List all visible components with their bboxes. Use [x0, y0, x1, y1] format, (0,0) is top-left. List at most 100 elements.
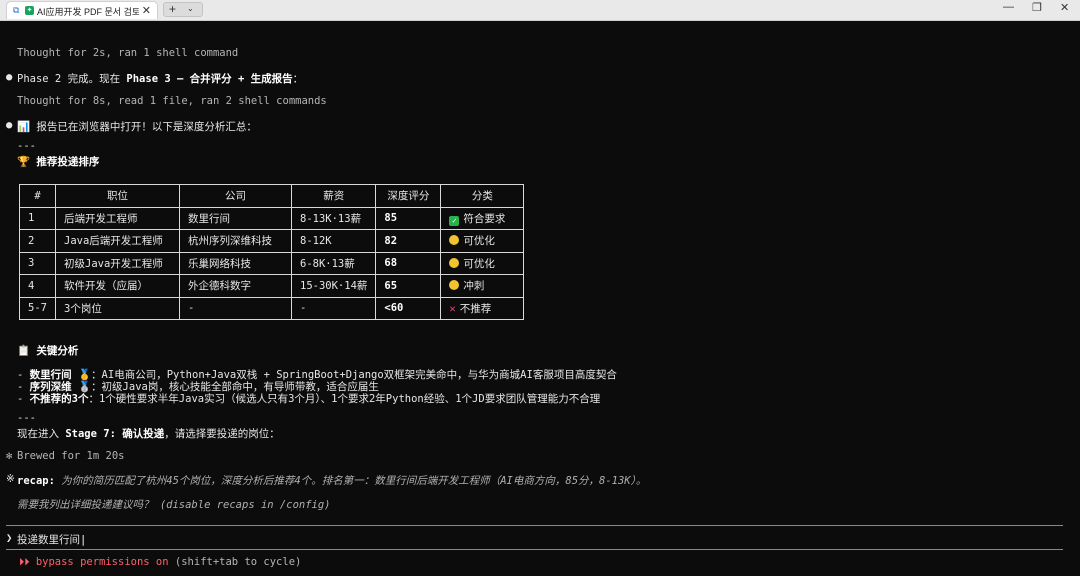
bypass-label: bypass permissions on: [35, 556, 169, 568]
rank-heading: 🏆 推荐投递排序: [17, 154, 99, 169]
score: 68: [375, 251, 442, 275]
bullet-icon: ●: [6, 71, 13, 83]
job-title: 后端开发工程师: [55, 206, 180, 230]
tab-title: AI应用开发 PDF 문서 검토: [37, 7, 139, 17]
status-label: 可优化: [463, 235, 495, 248]
thought-line: Thought for 2s, ran 1 shell command: [17, 47, 239, 59]
prompt-top-border: [6, 525, 1063, 526]
score: 65: [375, 274, 442, 298]
salary: 8-13K·13薪: [290, 206, 377, 230]
maximize-icon[interactable]: ❐: [1032, 1, 1042, 14]
terminal-icon: ⧉: [13, 5, 20, 15]
prompt-bottom-border: [6, 549, 1063, 550]
chart-icon: 📊: [17, 121, 31, 133]
prompt-chevron-icon: ❯: [6, 532, 13, 544]
status-cell: 可优化: [440, 251, 525, 275]
chevron-down-icon[interactable]: ⌄: [187, 4, 194, 13]
column-header: #: [19, 184, 56, 208]
report-message: 📊 报告已在浏览器中打开！以下是深度分析汇总：: [17, 119, 257, 134]
trophy-icon: 🏆: [17, 156, 31, 168]
score: 85: [375, 206, 442, 230]
check-icon: ✓: [449, 215, 460, 226]
phase-prefix: Phase 2 完成。现在: [17, 73, 127, 85]
recap-icon: ※: [6, 473, 15, 485]
phase-suffix: ：: [292, 73, 304, 85]
table-row: 5-7 3个岗位 - - <60 ✕ 不推荐: [19, 296, 525, 320]
stage-suffix: ，请选择要投递的岗位：: [164, 428, 280, 440]
status-cell: 冲刺: [440, 274, 525, 298]
status-label: 不推荐: [459, 302, 492, 315]
status-cell: ✓ 符合要求: [440, 206, 525, 230]
stage-prefix: 现在进入: [17, 428, 66, 440]
phase-message: Phase 2 完成。现在 Phase 3 – 合并评分 + 生成报告：: [17, 71, 303, 86]
job-title: 初级Java开发工程师: [55, 251, 180, 275]
company-name: -: [179, 296, 292, 320]
table-header-row: # 职位 公司 薪资 深度评分 分类: [19, 184, 525, 208]
company-name: 乐巢网络科技: [179, 251, 292, 275]
minimize-icon[interactable]: —: [1003, 1, 1014, 13]
salary: 15-30K·14薪: [290, 274, 377, 298]
salary: -: [290, 296, 377, 320]
brewed-icon: ✻: [6, 450, 13, 462]
status-label: 可优化: [463, 257, 495, 270]
permission-status: ⏵⏵ bypass permissions on (shift+tab to c…: [19, 556, 301, 569]
column-header: 分类: [440, 184, 525, 208]
recap-label: recap:: [17, 475, 55, 487]
status-label: 冲刺: [463, 280, 485, 293]
fast-forward-icon: ⏵⏵: [19, 556, 30, 568]
tab-close-icon[interactable]: ✕: [142, 4, 151, 17]
yellow-dot-icon: [449, 280, 460, 291]
row-number: 4: [19, 274, 56, 298]
divider-text: ---: [17, 412, 36, 424]
company-name: 杭州序列深维科技: [179, 229, 292, 253]
job-title: Java后端开发工程师: [55, 229, 180, 253]
phase-bold: Phase 3 – 合并评分 + 生成报告: [126, 73, 293, 85]
score: 82: [375, 229, 442, 253]
analysis-lead: 不推荐的3个: [29, 393, 89, 405]
prompt-input[interactable]: 投递数里行间|: [17, 532, 86, 547]
status-cell: ✕ 不推荐: [440, 296, 525, 320]
rank-heading-text: 推荐投递排序: [36, 156, 100, 168]
yellow-dot-icon: [449, 257, 460, 268]
clipboard-icon: 📋: [17, 345, 31, 357]
ranking-table: # 职位 公司 薪资 深度评分 分类 1 后端开发工程师 数里行间 8-13K·…: [19, 184, 525, 320]
company-name: 外企德科数字: [179, 274, 292, 298]
column-header: 深度评分: [375, 184, 442, 208]
recap-line: recap: 为你的简历匹配了杭州45个岗位，深度分析后推荐4个。排名第一：数里…: [17, 473, 646, 488]
table-row: 2 Java后端开发工程师 杭州序列深维科技 8-12K 82 可优化: [19, 229, 525, 253]
analysis-text: ：1个硬性要求半年Java实习（候选人只有3个月）、1个要求2年Python经验…: [88, 393, 601, 405]
yellow-dot-icon: [449, 235, 460, 246]
thought-line-2: Thought for 8s, read 1 file, ran 2 shell…: [17, 95, 327, 107]
new-tab-button[interactable]: + ⌄: [163, 2, 203, 17]
cycle-hint: (shift+tab to cycle): [168, 556, 302, 568]
stage-bold: Stage 7: 确认投递: [65, 428, 165, 440]
row-number: 3: [19, 251, 56, 275]
company-name: 数里行间: [179, 206, 292, 230]
analysis-heading: 📋 关键分析: [17, 343, 78, 358]
bullet-icon: ●: [6, 119, 13, 131]
app-favicon-icon: ✦: [25, 6, 34, 15]
stage-message: 现在进入 Stage 7: 确认投递，请选择要投递的岗位：: [17, 426, 280, 441]
score: <60: [375, 296, 442, 320]
job-title: 3个岗位: [55, 296, 180, 320]
row-number: 2: [19, 229, 56, 253]
report-text: 报告已在浏览器中打开！以下是深度分析汇总：: [36, 121, 257, 133]
table-row: 3 初级Java开发工程师 乐巢网络科技 6-8K·13薪 68 可优化: [19, 251, 525, 275]
recap-question: 需要我列出详细投递建议吗？ (disable recaps in /config…: [17, 499, 331, 511]
prompt-input-text: 投递数里行间: [17, 534, 80, 546]
divider-text: ---: [17, 140, 36, 152]
status-label: 符合要求: [463, 212, 506, 225]
cross-icon: ✕: [449, 302, 456, 315]
cursor: |: [80, 534, 87, 546]
status-cell: 可优化: [440, 229, 525, 253]
plus-icon: +: [169, 2, 177, 16]
analysis-heading-text: 关键分析: [36, 345, 79, 357]
browser-tab[interactable]: ⧉ ✦ AI应用开发 PDF 문서 검토 ✕: [6, 1, 158, 19]
row-number: 1: [19, 206, 56, 230]
column-header: 公司: [179, 184, 292, 208]
window-close-icon[interactable]: ✕: [1060, 1, 1069, 14]
window-titlebar: ⧉ ✦ AI应用开发 PDF 문서 검토 ✕ + ⌄ — ❐ ✕: [0, 0, 1080, 21]
table-row: 1 后端开发工程师 数里行间 8-13K·13薪 85 ✓ 符合要求: [19, 206, 525, 230]
row-number: 5-7: [19, 296, 56, 320]
job-title: 软件开发（应届）: [55, 274, 180, 298]
